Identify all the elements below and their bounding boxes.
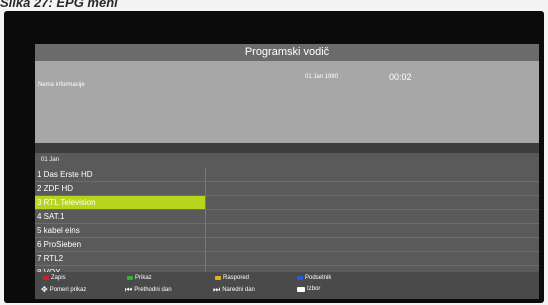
tv-frame: Programski vodič Nema informacije 01 Jan… [4,11,544,303]
program-timeline[interactable] [207,238,539,251]
channel-list: 1 Das Erste HD 2 ZDF HD 3 RTL Television… [35,168,539,280]
current-time: 00:02 [389,72,412,82]
legend-label: Izbor [307,286,321,292]
no-info-text: Nema informacije [38,82,85,88]
channel-name: 7 RTL2 [35,252,206,265]
legend-next-day[interactable]: ⏭ Naredni dan [213,286,255,294]
legend-label: Naredni dan [222,287,255,293]
channel-name: 3 RTL Television [35,196,206,209]
arrows-icon: ✥ [41,285,48,294]
day-label: 01 Jan [41,157,60,163]
legend-record[interactable]: Zapis [43,275,66,281]
channel-row-selected[interactable]: 3 RTL Television [35,196,539,210]
yellow-key-icon [215,276,221,280]
blue-key-icon [297,276,303,280]
legend-move[interactable]: ✥ Pomeri prikaz [41,286,86,294]
legend-prev-day[interactable]: ⏮ Prethodni dan [125,286,172,294]
day-header: 01 Jan [35,153,539,167]
legend-reminder[interactable]: Podsetnik [297,275,331,281]
next-day-icon: ⏭ [213,285,221,294]
ok-key-icon [297,286,305,292]
current-date: 01 Jan 1980 [305,74,339,80]
program-timeline[interactable] [207,224,539,237]
channel-name: 1 Das Erste HD [35,168,206,181]
legend-label: Prethodni dan [134,287,172,293]
legend-label: Podsetnik [305,275,332,281]
legend-label: Zapis [51,275,66,281]
legend-schedule[interactable]: Raspored [215,275,249,281]
divider [35,143,539,153]
channel-row[interactable]: 2 ZDF HD [35,182,539,196]
channel-row[interactable]: 5 kabel eins [35,224,539,238]
channel-name: 5 kabel eins [35,224,206,237]
channel-name: 4 SAT.1 [35,210,206,223]
channel-name: 2 ZDF HD [35,182,206,195]
program-timeline[interactable] [207,182,539,195]
legend-label: Prikaz [135,275,152,281]
channel-row[interactable]: 4 SAT.1 [35,210,539,224]
legend-label: Raspored [223,275,250,281]
program-timeline[interactable] [207,210,539,223]
legend-footer: Zapis Prikaz Raspored Podsetnik ✥ Pomeri… [35,272,539,299]
channel-row[interactable]: 6 ProSieben [35,238,539,252]
epg-title: Programski vodič [35,44,539,61]
page-caption: Slika 27: EPG meni [0,0,118,10]
legend-label: Pomeri prikaz [49,287,87,293]
previous-day-icon: ⏮ [125,285,133,294]
legend-display[interactable]: Prikaz [127,275,152,281]
program-timeline[interactable] [207,196,539,209]
program-timeline[interactable] [207,252,539,265]
epg-screen: Programski vodič Nema informacije 01 Jan… [35,44,539,299]
channel-name: 6 ProSieben [35,238,206,251]
red-key-icon [43,276,49,280]
green-key-icon [127,276,133,280]
legend-select[interactable]: Izbor [297,286,320,292]
channel-row[interactable]: 1 Das Erste HD [35,168,539,182]
program-timeline[interactable] [207,168,539,181]
info-panel: Nema informacije 01 Jan 1980 00:02 [35,61,539,143]
channel-row[interactable]: 7 RTL2 [35,252,539,266]
